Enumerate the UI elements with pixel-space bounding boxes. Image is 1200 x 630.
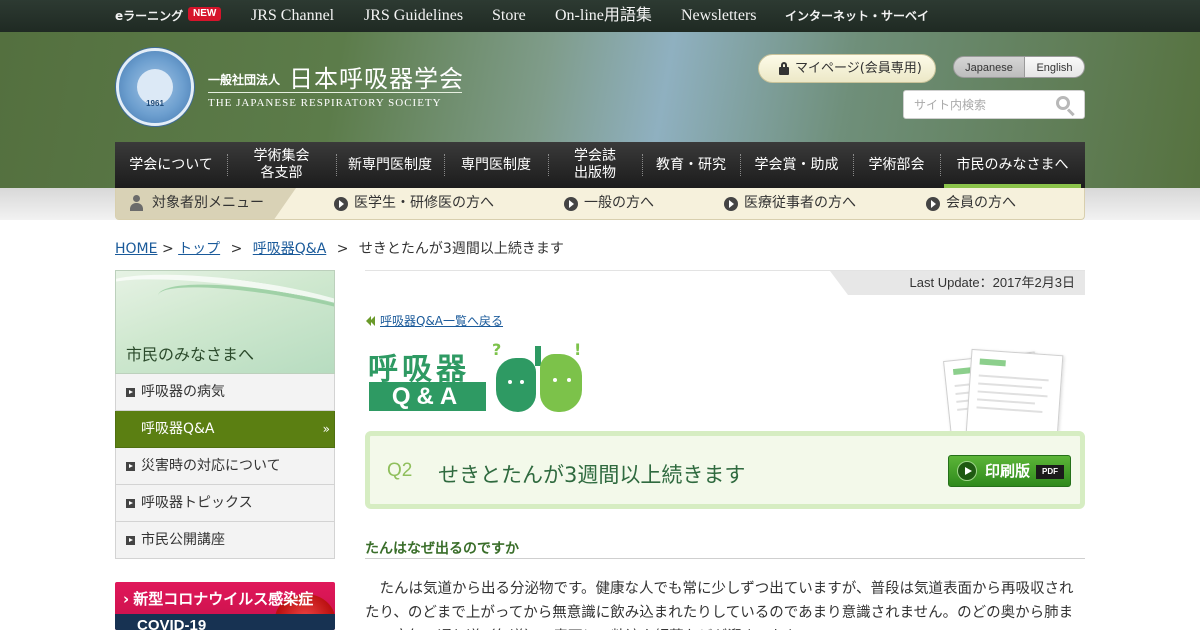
new-badge: NEW [188, 7, 222, 21]
topbar-store[interactable]: Store [492, 0, 526, 32]
nav-new-specialist-system[interactable]: 新専門医制度 [336, 142, 444, 188]
arrow-square-icon [126, 388, 135, 397]
search-input[interactable] [914, 95, 1044, 115]
breadcrumb-current: せきとたんが3週間以上続きます [358, 241, 564, 257]
print-pdf-button[interactable]: 印刷版 PDF [948, 455, 1071, 487]
breadcrumb-top[interactable]: トップ [178, 241, 220, 257]
sidebar-item-topics[interactable]: 呼吸器トピックス [115, 485, 335, 522]
sidebar-heading[interactable]: 市民のみなさまへ [115, 270, 335, 374]
nav-specialist-system[interactable]: 専門医制度 [444, 142, 548, 188]
breadcrumb-home[interactable]: HOME [115, 241, 157, 257]
pdf-badge: PDF [1036, 465, 1064, 479]
audience-general[interactable]: 一般の方へ [564, 188, 654, 219]
nav-education-research[interactable]: 教育・研究 [642, 142, 740, 188]
mypage-label: マイページ(会員専用) [795, 61, 922, 76]
nav-about[interactable]: 学会について [115, 142, 227, 188]
back-link-text[interactable]: 呼吸器Q&A一覧へ戻る [380, 314, 503, 328]
lang-japanese-button[interactable]: Japanese [953, 56, 1025, 78]
nav-awards-grants[interactable]: 学会賞・助成 [740, 142, 853, 188]
main-nav: 学会について 学術集会 各支部 新専門医制度 専門医制度 学会誌 出版物 教育・… [115, 142, 1085, 188]
topbar-elearning[interactable]: eラーニング [115, 0, 183, 32]
topbar-jrs-guidelines[interactable]: JRS Guidelines [364, 0, 463, 32]
brand-divider [208, 92, 462, 93]
search-icon[interactable] [1056, 96, 1076, 117]
arrow-circle-icon [334, 197, 348, 211]
society-logo[interactable]: 1961 [116, 48, 194, 126]
sidebar-heading-text: 市民のみなさまへ [126, 345, 255, 364]
chevron-right-icon: » [322, 422, 330, 436]
nav-for-citizens[interactable]: 市民のみなさまへ [940, 142, 1085, 188]
topbar-internet-survey[interactable]: インターネット・サーベイ [785, 0, 929, 32]
sidebar-item-qa[interactable]: 呼吸器Q&A » [115, 411, 335, 448]
breadcrumb-separator: > [336, 241, 349, 257]
audience-members[interactable]: 会員の方へ [926, 188, 1016, 219]
lock-icon [779, 62, 789, 75]
sidebar-item-lectures[interactable]: 市民公開講座 [115, 522, 335, 559]
audience-medical-staff[interactable]: 医療従事者の方へ [724, 188, 856, 219]
sidebar-item-disaster[interactable]: 災害時の対応について [115, 448, 335, 485]
logo-year: 1961 [146, 99, 164, 108]
org-prefix: 一般社団法人 [208, 73, 281, 87]
content-divider [365, 270, 1085, 271]
double-arrow-left-icon [366, 316, 376, 326]
arrow-square-icon [126, 536, 135, 545]
arrow-square-icon [126, 462, 135, 471]
exclamation-icon: ! [574, 340, 582, 359]
covid-banner[interactable]: 新型コロナウイルス感染症 COVID-19 [115, 582, 335, 630]
lung-left-icon [496, 358, 536, 412]
arrow-circle-icon [564, 197, 578, 211]
lang-english-button[interactable]: English [1025, 56, 1085, 78]
arrow-circle-icon [724, 197, 738, 211]
question-number: Q2 [387, 460, 413, 481]
person-icon [130, 195, 143, 211]
topbar-online-glossary[interactable]: On-line用語集 [555, 0, 652, 32]
org-name[interactable]: 日本呼吸器学会 [289, 59, 464, 94]
nav-journals[interactable]: 学会誌 出版物 [548, 142, 642, 188]
lung-right-icon [540, 354, 582, 412]
qa-logo-qa: Q&A [369, 382, 486, 411]
sidebar-item-diseases[interactable]: 呼吸器の病気 [115, 374, 335, 411]
audience-menu-label: 対象者別メニュー [152, 195, 264, 211]
topbar-jrs-channel[interactable]: JRS Channel [251, 0, 334, 32]
site-search [903, 90, 1085, 119]
covid-banner-title: 新型コロナウイルス感染症 [123, 588, 313, 609]
nav-academic-sections[interactable]: 学術部会 [853, 142, 940, 188]
arrow-circle-icon [926, 197, 940, 211]
breadcrumb-separator: > [230, 241, 243, 257]
covid-banner-sub: COVID-19 [137, 617, 207, 630]
body-text: たんは気道から出る分泌物です。健康な人でも常に少しずつ出ていますが、普段は気道表… [365, 581, 1074, 630]
top-utility-bar: eラーニング NEW JRS Channel JRS Guidelines St… [0, 0, 1200, 32]
breadcrumb-qa[interactable]: 呼吸器Q&A [253, 241, 327, 257]
breadcrumb-separator: > [161, 241, 174, 257]
back-to-qa-list[interactable]: 呼吸器Q&A一覧へ戻る [366, 312, 503, 329]
last-update: Last Update：2017年2月3日 [830, 271, 1085, 295]
audience-menu: 対象者別メニュー 医学生・研修医の方へ 一般の方へ 医療従事者の方へ 会員の方へ [115, 188, 1085, 220]
question-mark-icon: ? [492, 340, 502, 359]
qa-logo: 呼吸器 Q&A ? ! [368, 340, 588, 414]
nav-meetings[interactable]: 学術集会 各支部 [227, 142, 336, 188]
audience-students[interactable]: 医学生・研修医の方へ [334, 188, 494, 219]
org-name-en: THE JAPANESE RESPIRATORY SOCIETY [208, 97, 442, 109]
mypage-button[interactable]: マイページ(会員専用) [758, 54, 936, 83]
topbar-newsletters[interactable]: Newsletters [681, 0, 757, 32]
play-icon [957, 461, 977, 481]
breadcrumb: HOME > トップ > 呼吸器Q&A > せきとたんが3週間以上続きます [115, 238, 564, 258]
question-title: せきとたんが3週間以上続きます [438, 463, 746, 487]
arrow-square-icon [126, 499, 135, 508]
print-label: 印刷版 [985, 462, 1031, 480]
section-title: たんはなぜ出るのですか [365, 538, 1085, 559]
